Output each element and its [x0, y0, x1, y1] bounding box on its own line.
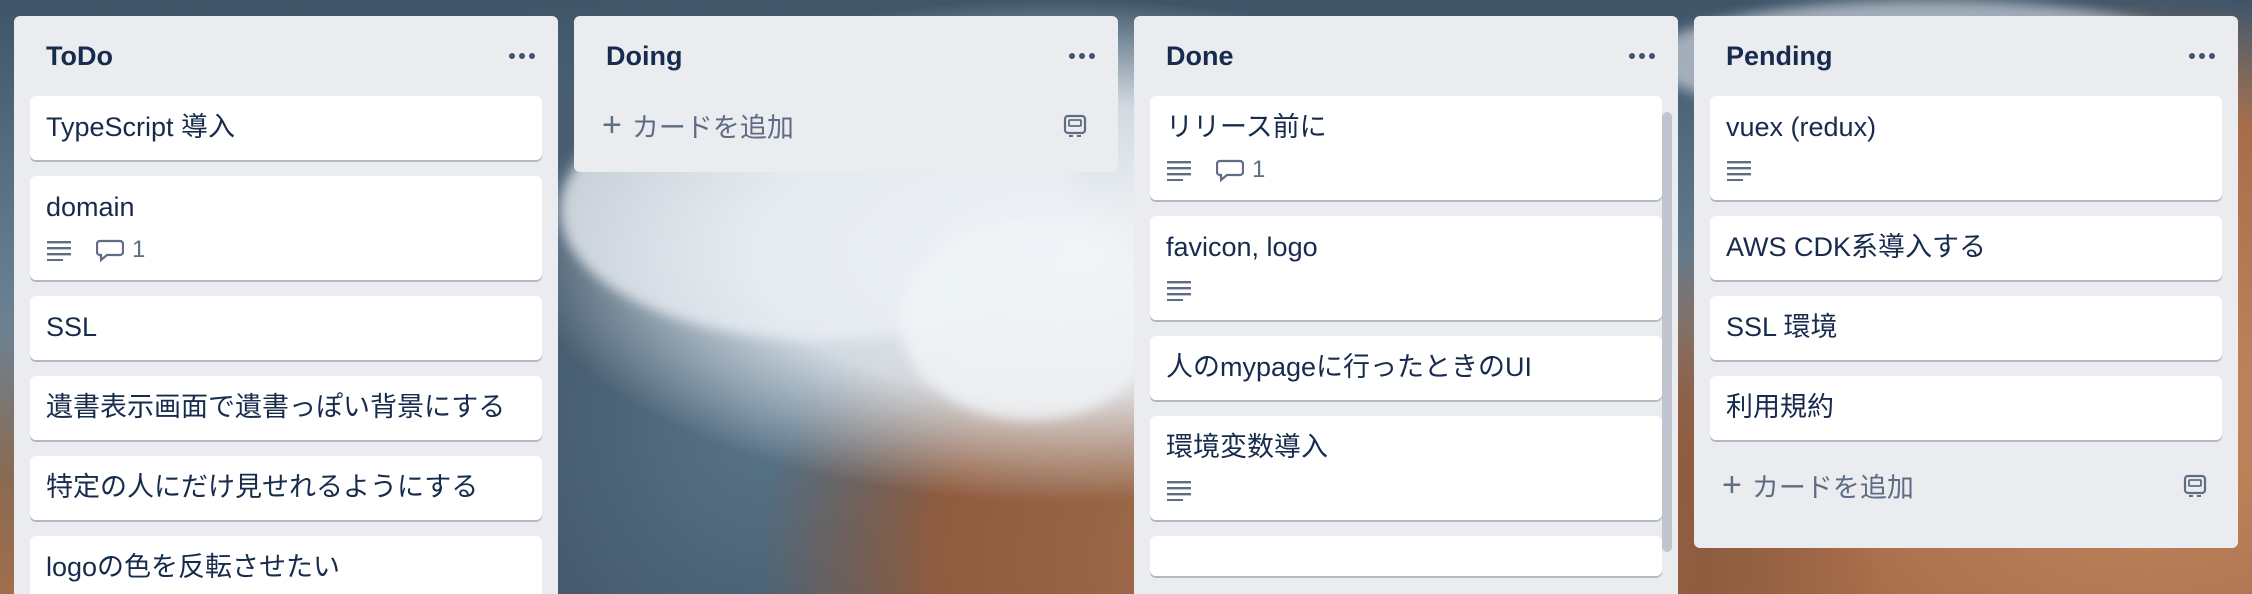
card-template-icon[interactable] — [2182, 472, 2208, 498]
card[interactable]: vuex (redux) — [1710, 96, 2222, 200]
comment-icon — [96, 239, 124, 262]
list-title: Pending — [1726, 40, 1833, 71]
list-scrollbar[interactable] — [1662, 112, 1672, 552]
list-done: Done リリース前に 1 favicon, logo 人のmypageに行った… — [1134, 16, 1678, 594]
card-title: logoの色を反転させたい — [46, 552, 341, 582]
list-title: Done — [1166, 40, 1234, 71]
comment-count: 1 — [132, 236, 146, 263]
card[interactable]: SSL — [30, 296, 542, 360]
card-badges — [1726, 156, 2206, 184]
description-icon — [1726, 159, 1752, 181]
list-title: Doing — [606, 40, 683, 71]
comment-badge: 1 — [1216, 153, 1265, 187]
description-icon — [1166, 159, 1192, 181]
card[interactable]: logoの色を反転させたい — [30, 536, 542, 594]
card-title: SSL — [46, 312, 98, 342]
card[interactable]: 利用規約 — [1710, 376, 2222, 440]
more-options-icon[interactable] — [1062, 36, 1102, 76]
list-header: ToDo — [30, 16, 542, 96]
add-card-left: + カードを追加 — [1722, 466, 1914, 505]
card[interactable]: 遺書表示画面で遺書っぽい背景にする — [30, 376, 542, 440]
card[interactable]: 特定の人にだけ見せれるようにする — [30, 456, 542, 520]
card-title: 遺書表示画面で遺書っぽい背景にする — [46, 392, 506, 422]
add-card-label: カードを追加 — [1751, 472, 1914, 503]
plus-icon: + — [1722, 466, 1742, 504]
card[interactable]: リリース前に 1 — [1150, 96, 1662, 200]
description-icon — [46, 239, 72, 261]
card-title: リリース前に — [1166, 112, 1327, 142]
comment-badge: 1 — [96, 233, 145, 267]
comment-count: 1 — [1252, 156, 1266, 183]
description-icon — [1166, 479, 1192, 501]
add-card-label: カードを追加 — [631, 112, 794, 143]
list-title: ToDo — [46, 40, 113, 71]
more-options-icon[interactable] — [502, 36, 542, 76]
list-doing: Doing + カードを追加 — [574, 16, 1118, 172]
description-icon — [1166, 279, 1192, 301]
card[interactable] — [1150, 536, 1662, 576]
add-card-button[interactable]: + カードを追加 — [1710, 456, 2222, 514]
card-template-icon[interactable] — [1062, 112, 1088, 138]
card-title: vuex (redux) — [1726, 112, 1877, 142]
card[interactable]: domain 1 — [30, 176, 542, 280]
list-header: Done — [1150, 16, 1662, 96]
more-options-icon[interactable] — [1622, 36, 1662, 76]
card[interactable]: AWS CDK系導入する — [1710, 216, 2222, 280]
list-pending: Pending vuex (redux) AWS CDK系導入する SSL 環境… — [1694, 16, 2238, 548]
add-card-left: + カードを追加 — [602, 106, 794, 145]
plus-icon: + — [602, 106, 622, 144]
card-title: domain — [46, 192, 135, 222]
card-title: 人のmypageに行ったときのUI — [1166, 352, 1533, 382]
card-badges — [1166, 276, 1646, 304]
card[interactable]: favicon, logo — [1150, 216, 1662, 320]
card[interactable]: 人のmypageに行ったときのUI — [1150, 336, 1662, 400]
card[interactable]: TypeScript 導入 — [30, 96, 542, 160]
card-title: 環境変数導入 — [1166, 432, 1328, 462]
list-header: Doing — [590, 16, 1102, 96]
card-badges: 1 — [1166, 156, 1646, 184]
more-options-icon[interactable] — [2182, 36, 2222, 76]
card-title: SSL 環境 — [1726, 312, 1838, 342]
card-title: AWS CDK系導入する — [1726, 232, 1987, 262]
card-badges — [1166, 476, 1646, 504]
card-title: 特定の人にだけ見せれるようにする — [46, 472, 479, 502]
card[interactable]: SSL 環境 — [1710, 296, 2222, 360]
comment-icon — [1216, 159, 1244, 182]
card-container: リリース前に 1 favicon, logo 人のmypageに行ったときのUI… — [1150, 96, 1662, 576]
card[interactable]: 環境変数導入 — [1150, 416, 1662, 520]
card-title: TypeScript 導入 — [46, 112, 236, 142]
card-title: 利用規約 — [1726, 392, 1834, 422]
card-title: favicon, logo — [1166, 232, 1318, 262]
list-todo: ToDo TypeScript 導入 domain 1 SSL 遺書表示画面で遺… — [14, 16, 558, 594]
add-card-button[interactable]: + カードを追加 — [590, 96, 1102, 154]
board: ToDo TypeScript 導入 domain 1 SSL 遺書表示画面で遺… — [0, 0, 2252, 594]
list-header: Pending — [1710, 16, 2222, 96]
card-badges: 1 — [46, 236, 526, 264]
